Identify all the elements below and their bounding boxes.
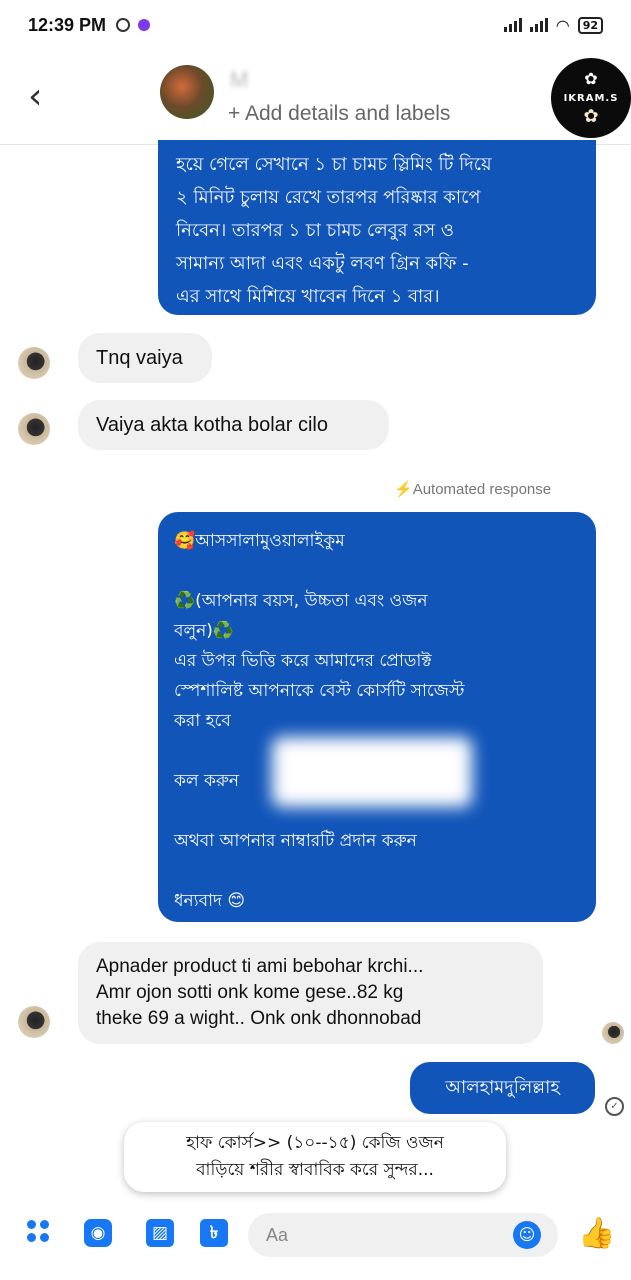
menu-dots-icon[interactable] [27,1220,55,1248]
sent-check-icon: ✓ [605,1097,624,1116]
redacted-phone-number [272,737,472,807]
message-incoming[interactable]: Tnq vaiya [78,333,212,383]
message-incoming[interactable]: Vaiya akta kotha bolar cilo [78,400,389,450]
emoji-icon[interactable]: ☺ [513,1221,541,1249]
message-outgoing-automated[interactable]: 🥰আসসালামুওয়ালাইকুম ♻️(আপনার বয়স, উচ্চত… [158,512,596,922]
signal-icon-2 [529,18,548,32]
flower-icon: ✿ [583,105,599,127]
contact-avatar[interactable] [160,65,214,119]
camera-icon[interactable]: ◉ [84,1219,112,1247]
thumbs-up-icon[interactable]: 👍 [578,1217,615,1251]
messenger-notification-icon [138,19,151,31]
sender-avatar[interactable] [18,347,50,379]
read-receipt-avatar [602,1022,624,1044]
lightning-icon: ⚡ [394,481,413,498]
message-incoming[interactable]: Apnader product ti ami bebohar krchi... … [78,942,543,1044]
contact-name[interactable]: M [230,67,248,93]
suggested-reply[interactable]: হাফ কোর্স>> (১০--১৫) কেজি ওজন বাড়িয়ে শ… [124,1122,506,1192]
alarm-icon [116,18,131,32]
wifi-icon: ◠ [555,15,570,35]
status-time: 12:39 PM [28,14,107,35]
automated-response-label: ⚡Automated response [394,481,552,498]
signal-icon [503,18,522,32]
chat-header: ‹ M + Add details and labels ✿ IKRAM.S ✿ [0,55,631,145]
image-icon[interactable]: ▨ [146,1219,174,1247]
add-details-link[interactable]: + Add details and labels [228,102,450,126]
sticker-icon[interactable]: ৳ [200,1219,228,1247]
brand-logo-badge: ✿ IKRAM.S ✿ [551,58,631,138]
sender-avatar[interactable] [18,413,50,445]
message-input[interactable]: Aa [248,1213,558,1257]
battery-icon: 92 [577,16,603,34]
message-outgoing[interactable]: হয়ে গেলে সেখানে ১ চা চামচ স্লিমিং টি দি… [158,140,596,315]
flower-icon: ✿ [584,68,598,88]
brand-badge-text: IKRAM.S [563,92,619,104]
back-arrow-icon[interactable]: ‹ [28,77,42,117]
sender-avatar[interactable] [18,1006,50,1038]
message-outgoing[interactable]: আলহামদুলিল্লাহ [410,1062,595,1114]
status-bar: 12:39 PM ◠ 92 [0,0,631,50]
message-composer: ◉ ▨ ৳ Aa ☺ 👍 [0,1205,631,1280]
